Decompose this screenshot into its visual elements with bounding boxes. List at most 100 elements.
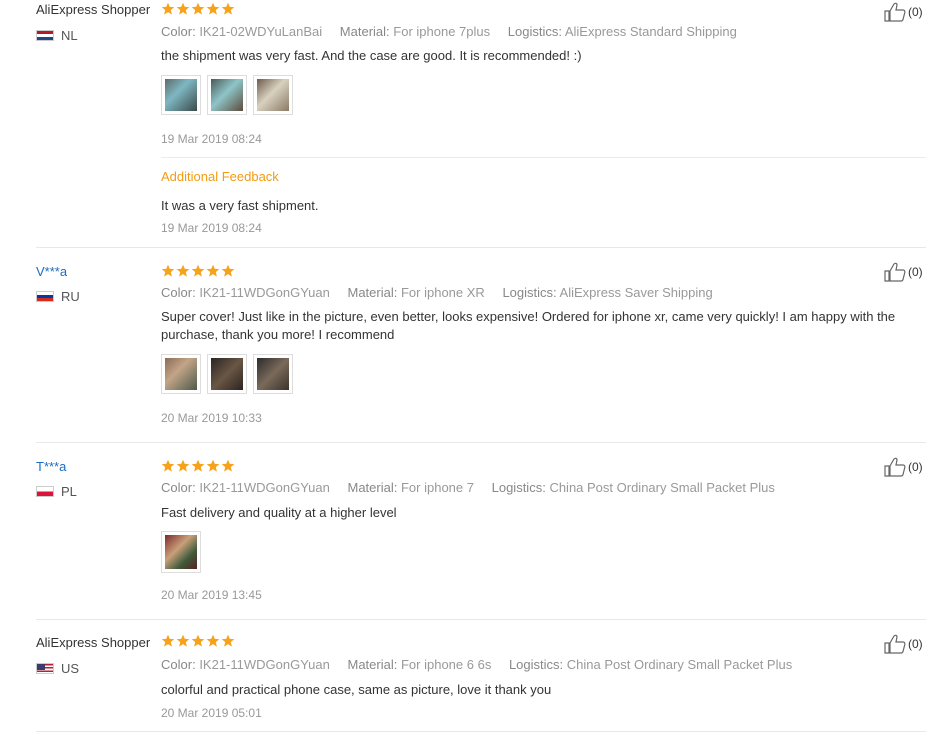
star-icon (176, 264, 190, 277)
review-photo-thumbnail[interactable] (161, 75, 201, 115)
review-photos (161, 354, 293, 394)
review-photo-thumbnail[interactable] (253, 354, 293, 394)
like-count: (0) (908, 637, 923, 651)
color-value: IK21-02WDYuLanBai (199, 24, 323, 39)
like-count: (0) (908, 265, 923, 279)
review-text: colorful and practical phone case, same … (161, 682, 552, 697)
logistics-value: AliExpress Saver Shipping (559, 285, 713, 300)
review-date: 19 Mar 2019 08:24 (161, 132, 262, 146)
review-photos (161, 531, 201, 573)
review-photo-thumbnail[interactable] (253, 75, 293, 115)
material-value: For iphone 7plus (393, 24, 491, 39)
like-button[interactable]: (0) (884, 457, 923, 477)
thumbs-up-icon (884, 262, 906, 282)
star-rating (161, 634, 235, 648)
star-icon (191, 459, 205, 472)
review-photo-thumbnail[interactable] (207, 75, 247, 115)
review-user-name: AliExpress Shopper (36, 2, 151, 17)
color-value: IK21-11WDGonGYuan (199, 480, 330, 495)
additional-feedback-text: It was a very fast shipment. (161, 198, 319, 213)
star-rating (161, 264, 235, 278)
review-attributes: Color: IK21-02WDYuLanBai Material: For i… (161, 24, 751, 39)
review-photos (161, 75, 293, 115)
star-icon (206, 459, 220, 472)
material-value: For iphone 6 6s (400, 657, 492, 672)
review-text: Super cover! Just like in the picture, e… (161, 309, 896, 342)
country-code: US (61, 661, 80, 676)
review-text: Fast delivery and quality at a higher le… (161, 505, 397, 520)
star-rating (161, 2, 235, 16)
star-icon (206, 2, 220, 15)
review-user-name: AliExpress Shopper (36, 635, 151, 650)
review-divider (36, 731, 926, 732)
material-label: Material: (347, 480, 398, 495)
color-label: Color: (161, 285, 196, 300)
review-date: 20 Mar 2019 13:45 (161, 588, 262, 602)
star-icon (161, 459, 175, 472)
star-icon (221, 2, 235, 15)
review-attributes: Color: IK21-11WDGonGYuan Material: For i… (161, 657, 806, 672)
like-button[interactable]: (0) (884, 2, 923, 22)
star-icon (161, 264, 175, 277)
country-code: RU (61, 289, 80, 304)
additional-feedback-heading: Additional Feedback (161, 169, 279, 184)
material-label: Material: (339, 24, 390, 39)
star-icon (176, 459, 190, 472)
review-user-name[interactable]: V***a (36, 264, 67, 279)
star-icon (221, 459, 235, 472)
review-divider (36, 619, 926, 620)
thumbs-up-icon (884, 2, 906, 22)
flag-ru-icon (36, 291, 54, 302)
logistics-value: AliExpress Standard Shipping (564, 24, 737, 39)
logistics-label: Logistics: (502, 285, 557, 300)
material-label: Material: (347, 657, 398, 672)
review-photo-thumbnail[interactable] (161, 354, 201, 394)
logistics-label: Logistics: (507, 24, 562, 39)
review-attributes: Color: IK21-11WDGonGYuan Material: For i… (161, 285, 727, 300)
color-label: Color: (161, 24, 196, 39)
thumbs-up-icon (884, 457, 906, 477)
star-rating (161, 459, 235, 473)
review-photo-thumbnail[interactable] (161, 531, 201, 573)
star-icon (176, 634, 190, 647)
review-country: PL (36, 484, 77, 499)
flag-us-icon (36, 663, 54, 674)
country-code: PL (61, 484, 77, 499)
review-country: RU (36, 289, 80, 304)
star-icon (161, 634, 175, 647)
review-date: 20 Mar 2019 10:33 (161, 411, 262, 425)
thumbs-up-icon (884, 634, 906, 654)
like-count: (0) (908, 5, 923, 19)
star-icon (221, 634, 235, 647)
color-value: IK21-11WDGonGYuan (199, 657, 330, 672)
logistics-value: China Post Ordinary Small Packet Plus (566, 657, 793, 672)
divider (161, 157, 926, 158)
country-code: NL (61, 28, 78, 43)
material-label: Material: (347, 285, 398, 300)
review-divider (36, 442, 926, 443)
review-attributes: Color: IK21-11WDGonGYuan Material: For i… (161, 480, 789, 495)
star-icon (191, 264, 205, 277)
star-icon (191, 2, 205, 15)
flag-pl-icon (36, 486, 54, 497)
like-button[interactable]: (0) (884, 262, 923, 282)
review-text: the shipment was very fast. And the case… (161, 48, 582, 63)
review-user-name[interactable]: T***a (36, 459, 66, 474)
star-icon (206, 634, 220, 647)
additional-feedback-date: 19 Mar 2019 08:24 (161, 221, 262, 235)
logistics-value: China Post Ordinary Small Packet Plus (549, 480, 775, 495)
star-icon (191, 634, 205, 647)
material-value: For iphone 7 (400, 480, 474, 495)
star-icon (176, 2, 190, 15)
star-icon (161, 2, 175, 15)
material-value: For iphone XR (400, 285, 485, 300)
review-photo-thumbnail[interactable] (207, 354, 247, 394)
star-icon (221, 264, 235, 277)
color-label: Color: (161, 657, 196, 672)
like-button[interactable]: (0) (884, 634, 923, 654)
review-country: US (36, 661, 79, 676)
review-divider (36, 247, 926, 248)
star-icon (206, 264, 220, 277)
review-country: NL (36, 28, 78, 43)
color-label: Color: (161, 480, 196, 495)
